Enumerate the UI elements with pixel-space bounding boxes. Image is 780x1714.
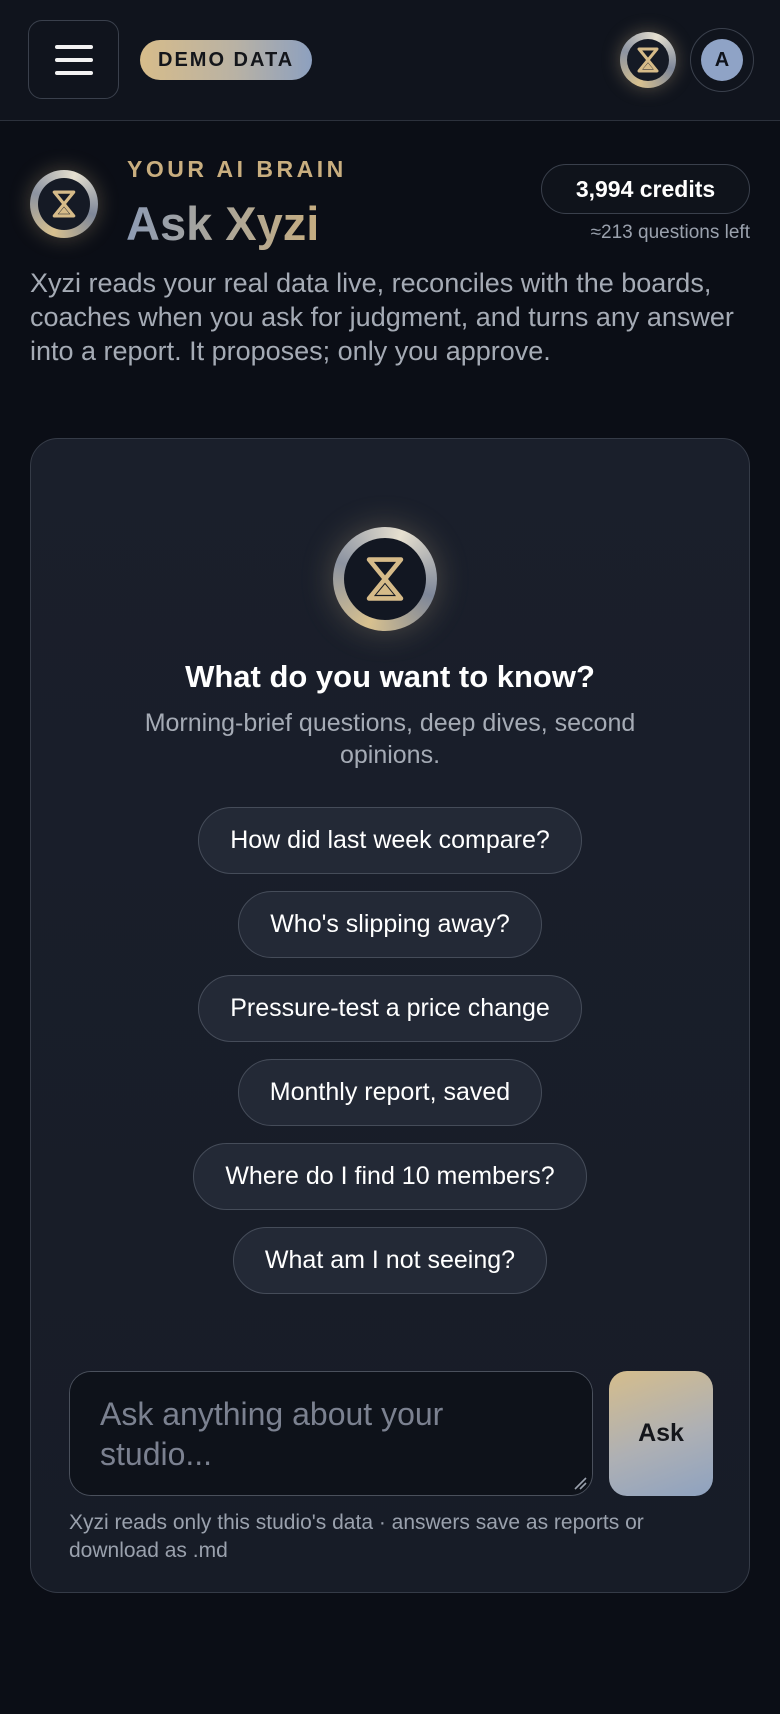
suggestion-chip[interactable]: Where do I find 10 members?: [193, 1143, 587, 1210]
card-title: What do you want to know?: [185, 659, 595, 694]
page-title: Ask Xyzi: [126, 197, 320, 250]
card-brand-badge: [333, 527, 437, 631]
ask-input[interactable]: [69, 1371, 593, 1496]
ask-card: What do you want to know? Morning-brief …: [30, 438, 750, 1593]
suggestion-list: How did last week compare? Who's slippin…: [31, 807, 749, 1294]
top-bar: DEMO DATA A: [0, 0, 780, 121]
hero-brand-badge: [30, 170, 98, 238]
suggestion-chip[interactable]: What am I not seeing?: [232, 1227, 548, 1294]
credits-badge: 3,994 credits: [541, 164, 750, 214]
questions-left: ≈213 questions left: [590, 222, 750, 243]
hamburger-icon: [54, 44, 93, 49]
hourglass-icon: [344, 538, 426, 620]
suggestion-chip[interactable]: Monthly report, saved: [237, 1059, 543, 1126]
brand-button[interactable]: [620, 32, 676, 88]
hero-eyebrow: YOUR AI BRAIN: [127, 156, 347, 182]
resize-handle-icon[interactable]: [573, 1476, 587, 1490]
hamburger-icon: [54, 70, 93, 75]
hourglass-icon: [38, 178, 90, 230]
hamburger-icon: [54, 57, 93, 62]
hero-description: Xyzi reads your real data live, reconcil…: [30, 268, 734, 366]
ask-button[interactable]: Ask: [609, 1371, 713, 1496]
avatar-initial: A: [701, 39, 743, 81]
suggestion-chip[interactable]: Pressure-test a price change: [198, 975, 582, 1042]
menu-button[interactable]: [28, 20, 119, 99]
hourglass-icon: [627, 39, 669, 81]
demo-data-badge: DEMO DATA: [140, 40, 313, 80]
card-subtitle: Morning-brief questions, deep dives, sec…: [144, 709, 636, 769]
suggestion-chip[interactable]: Who's slipping away?: [238, 891, 542, 958]
suggestion-chip[interactable]: How did last week compare?: [198, 807, 582, 874]
avatar[interactable]: A: [690, 28, 754, 92]
card-footer-note: Xyzi reads only this studio's data · ans…: [69, 1511, 644, 1562]
